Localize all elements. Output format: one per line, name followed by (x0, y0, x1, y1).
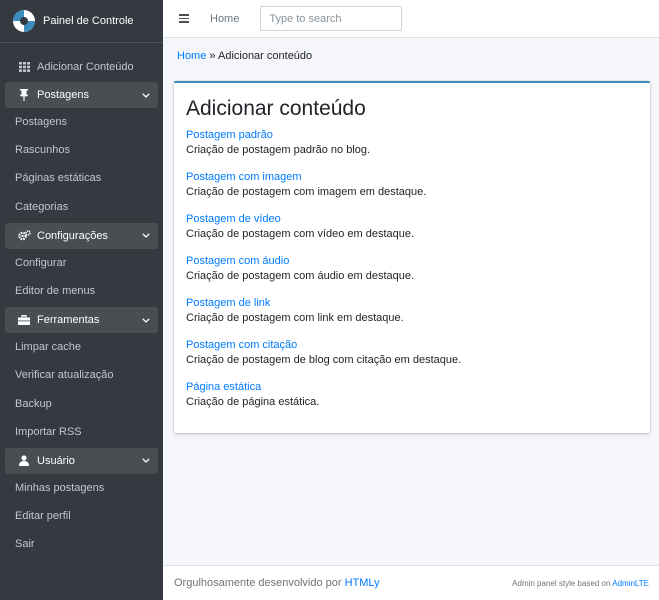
menu-toggle-icon[interactable] (179, 14, 189, 23)
sidebar-section-usuario[interactable]: Usuário (5, 447, 158, 474)
sidebar-item-limpar-cache[interactable]: Limpar cache (0, 333, 163, 361)
sidebar-item-editar-perfil[interactable]: Editar perfil (0, 502, 163, 530)
content-type-link[interactable]: Página estática (186, 380, 636, 395)
chevron-down-icon (142, 90, 150, 101)
sidebar-section-label: Usuário (37, 454, 75, 467)
pin-icon (17, 89, 31, 101)
content-type-link[interactable]: Postagem com áudio (186, 254, 636, 269)
footer-style-text: Admin panel style based on (512, 578, 611, 588)
sidebar-section-configuracoes[interactable]: Configurações (5, 222, 158, 249)
sidebar-item-postagens[interactable]: Postagens (0, 108, 163, 136)
list-item: Postagem com imagem Criação de postagem … (186, 170, 636, 212)
list-item: Postagem padrão Criação de postagem padr… (186, 128, 636, 170)
breadcrumb: Home » Adicionar conteúdo (177, 50, 312, 62)
sidebar-item-label: Adicionar Conteúdo (37, 61, 134, 73)
main-content: Home » Adicionar conteúdo Adicionar cont… (163, 38, 659, 565)
breadcrumb-current: Adicionar conteúdo (217, 50, 313, 62)
footer-style-credit: Admin panel style based on AdminLTE (512, 579, 649, 588)
sidebar-item-categorias[interactable]: Categorias (0, 193, 163, 221)
breadcrumb-home-link[interactable]: Home (177, 50, 206, 62)
sidebar-item-rascunhos[interactable]: Rascunhos (0, 136, 163, 164)
grid-icon (18, 62, 30, 72)
sidebar-item-sair[interactable]: Sair (0, 530, 163, 558)
chevron-down-icon (142, 315, 150, 326)
content-type-link[interactable]: Postagem de link (186, 296, 636, 311)
content-type-link[interactable]: Postagem padrão (186, 128, 636, 143)
brand-logo-icon (13, 10, 35, 32)
sidebar-section-label: Postagens (37, 89, 89, 101)
sidebar-section-label: Ferramentas (37, 314, 100, 327)
user-icon (17, 455, 31, 467)
list-item: Postagem com citação Criação de postagem… (186, 338, 636, 380)
content-type-description: Criação de página estática. (186, 396, 320, 408)
content-type-description: Criação de postagem com link em destaque… (186, 312, 404, 324)
sidebar-item-backup[interactable]: Backup (0, 390, 163, 418)
content-type-link[interactable]: Postagem de vídeo (186, 212, 636, 227)
chevron-down-icon (142, 230, 150, 241)
sidebar-section-label: Configurações (37, 229, 108, 242)
list-item: Postagem com áudio Criação de postagem c… (186, 254, 636, 296)
footer-credit: Orgulhosamente desenvolvido por HTMLy (174, 577, 380, 589)
list-item: Página estática Criação de página estáti… (186, 380, 636, 422)
content-type-link[interactable]: Postagem com citação (186, 338, 636, 353)
content-type-description: Criação de postagem com vídeo em destaqu… (186, 228, 415, 240)
top-navbar: Home (163, 0, 659, 38)
content-type-description: Criação de postagem padrão no blog. (186, 144, 371, 156)
cogs-icon (17, 230, 31, 241)
top-home-link[interactable]: Home (210, 13, 239, 25)
content-type-link[interactable]: Postagem com imagem (186, 170, 636, 185)
sidebar-section-ferramentas[interactable]: Ferramentas (5, 307, 158, 334)
footer-htmly-link[interactable]: HTMLy (345, 577, 380, 589)
list-item: Postagem de vídeo Criação de postagem co… (186, 212, 636, 254)
sidebar-item-minhas-postagens[interactable]: Minhas postagens (0, 474, 163, 502)
footer-adminlte-link[interactable]: AdminLTE (612, 579, 649, 588)
page-title: Adicionar conteúdo (186, 97, 366, 120)
content-type-list: Postagem padrão Criação de postagem padr… (186, 128, 636, 422)
sidebar-item-editor-de-menus[interactable]: Editor de menus (0, 277, 163, 305)
content-type-description: Criação de postagem com áudio em destaqu… (186, 270, 415, 282)
footer-credit-text: Orgulhosamente desenvolvido por (174, 577, 342, 589)
sidebar-item-adicionar-conteudo[interactable]: Adicionar Conteúdo (0, 54, 158, 80)
sidebar-item-importar-rss[interactable]: Importar RSS (0, 418, 163, 446)
list-item: Postagem de link Criação de postagem com… (186, 296, 636, 338)
sidebar-item-configurar[interactable]: Configurar (0, 249, 163, 277)
footer: Orgulhosamente desenvolvido por HTMLy Ad… (163, 565, 659, 600)
add-content-card: Adicionar conteúdo Postagem padrão Criaç… (174, 81, 650, 433)
content-type-description: Criação de postagem com imagem em destaq… (186, 186, 427, 198)
brand-title: Painel de Controle (43, 15, 134, 27)
sidebar-item-verificar-atualizacao[interactable]: Verificar atualização (0, 361, 163, 389)
content-type-description: Criação de postagem de blog com citação … (186, 354, 462, 366)
brand[interactable]: Painel de Controle (0, 0, 163, 43)
search-input[interactable] (260, 6, 403, 31)
sidebar: Painel de Controle Adicionar Conteúdo Po… (0, 0, 163, 600)
chevron-down-icon (142, 455, 150, 466)
sidebar-item-paginas-estaticas[interactable]: Páginas estáticas (0, 164, 163, 192)
sidebar-nav: Adicionar Conteúdo Postagens Postagens R… (0, 43, 163, 558)
sidebar-section-postagens[interactable]: Postagens (5, 82, 158, 108)
breadcrumb-separator: » (209, 50, 216, 62)
toolbox-icon (17, 315, 31, 326)
